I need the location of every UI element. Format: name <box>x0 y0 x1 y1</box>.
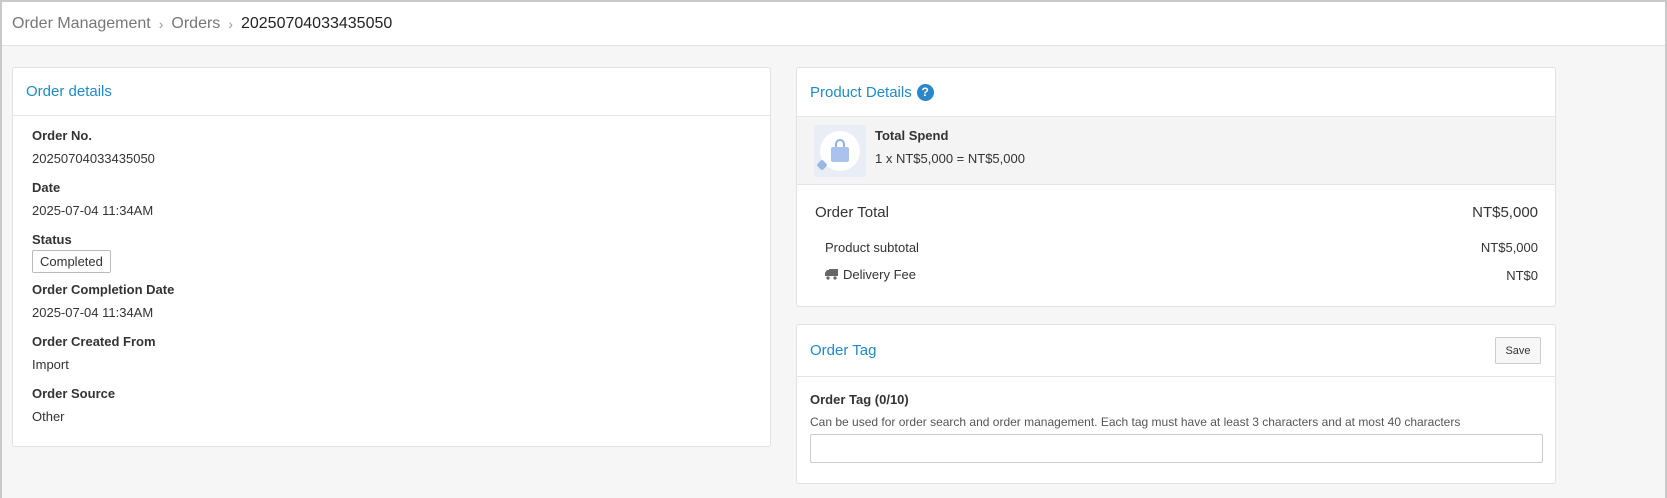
breadcrumb-order-management[interactable]: Order Management <box>12 15 151 33</box>
subtotal-label: Product subtotal <box>825 240 919 255</box>
chevron-right-icon: › <box>158 15 164 32</box>
date-field: Date 2025-07-04 11:34AM <box>13 180 770 218</box>
product-details-header: Product Details ? <box>797 68 1555 117</box>
status-field: Status Completed <box>13 232 770 273</box>
breadcrumb-current: 20250704033435050 <box>240 14 393 32</box>
delivery-fee-row: Delivery Fee NT$0 <box>815 267 1538 283</box>
chevron-right-icon: › <box>228 15 233 32</box>
product-details-card: Product Details ? Total Spend 1 x NT$5,0… <box>796 67 1556 307</box>
product-thumbnail <box>814 124 866 177</box>
order-total-label: Order Total <box>815 204 889 221</box>
order-total-row: Order Total NT$5,000 <box>815 204 1538 221</box>
order-tag-header: Order Tag Save <box>797 325 1555 377</box>
date-value: 2025-07-04 11:34AM <box>32 203 154 218</box>
order-tag-title: Order Tag <box>810 342 877 359</box>
product-details-title: Product Details <box>810 83 912 101</box>
order-no-field: Order No. 20250704033435050 <box>13 128 770 166</box>
order-source-value: Other <box>32 409 65 424</box>
truck-icon <box>825 268 838 283</box>
created-from-value: Import <box>32 357 69 372</box>
completion-date-label: Order Completion Date <box>32 282 175 297</box>
product-price-line: 1 x NT$5,000 = NT$5,000 <box>875 150 1025 166</box>
status-badge: Completed <box>32 250 111 273</box>
order-source-label: Order Source <box>32 386 116 401</box>
product-row: Total Spend 1 x NT$5,000 = NT$5,000 <box>797 117 1555 185</box>
order-details-card: Order details Order No. 2025070403343505… <box>12 67 771 447</box>
totals-section: Order Total NT$5,000 Product subtotal NT… <box>797 204 1555 283</box>
breadcrumb: Order Management › Orders › 202507040334… <box>2 2 1665 46</box>
completion-date-value: 2025-07-04 11:34AM <box>32 305 154 320</box>
order-tag-input[interactable] <box>810 434 1543 463</box>
order-tag-field-label: Order Tag (0/10) <box>810 392 909 407</box>
order-source-field: Order Source Other <box>13 386 770 424</box>
delivery-fee-label-group: Delivery Fee <box>825 267 916 283</box>
product-info: Total Spend 1 x NT$5,000 = NT$5,000 <box>875 128 1025 166</box>
order-no-label: Order No. <box>32 128 92 143</box>
order-tag-body: Order Tag (0/10) Can be used for order s… <box>797 377 1555 463</box>
order-tag-card: Order Tag Save Order Tag (0/10) Can be u… <box>796 324 1556 484</box>
order-tag-description: Can be used for order search and order m… <box>810 415 1461 429</box>
delivery-fee-label: Delivery Fee <box>843 267 916 282</box>
subtotal-row: Product subtotal NT$5,000 <box>815 240 1538 255</box>
order-details-title: Order details <box>13 68 770 116</box>
status-label: Status <box>32 232 72 247</box>
subtotal-value: NT$5,000 <box>1480 240 1538 255</box>
completion-date-field: Order Completion Date 2025-07-04 11:34AM <box>13 282 770 320</box>
delivery-fee-value: NT$0 <box>1506 267 1538 283</box>
date-label: Date <box>32 180 61 195</box>
breadcrumb-orders[interactable]: Orders <box>171 15 220 33</box>
save-button[interactable]: Save <box>1495 337 1541 364</box>
product-name: Total Spend <box>875 127 949 143</box>
created-from-field: Order Created From Import <box>13 334 770 372</box>
order-total-value: NT$5,000 <box>1472 204 1538 221</box>
order-no-value: 20250704033435050 <box>32 151 155 166</box>
created-from-label: Order Created From <box>32 334 156 349</box>
question-circle-icon[interactable]: ? <box>916 83 934 101</box>
